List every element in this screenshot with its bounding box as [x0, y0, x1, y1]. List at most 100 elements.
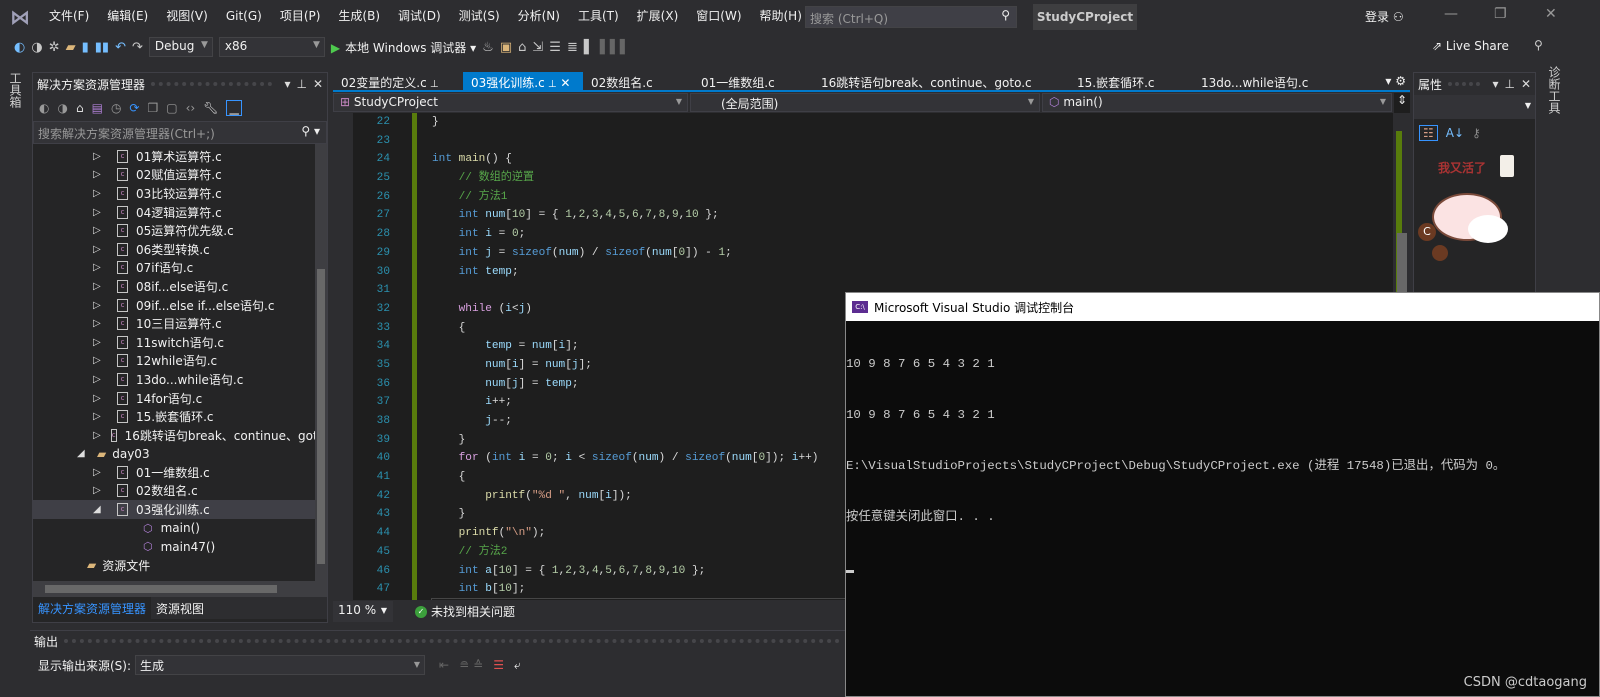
collapsed-arrow-icon[interactable]: ▷	[93, 300, 107, 311]
editor-tab[interactable]: 03强化训练.c ⊥ ✕	[463, 72, 583, 92]
console-title-bar[interactable]: C:\ Microsoft Visual Studio 调试控制台	[846, 293, 1599, 321]
property-pages-icon[interactable]: ⚷	[1472, 126, 1481, 140]
properties-icon[interactable]: 🔧︎	[203, 101, 218, 115]
save-icon[interactable]: ▮	[82, 40, 89, 55]
collapsed-arrow-icon[interactable]: ▷	[93, 262, 107, 273]
preview-icon[interactable]: ▁	[226, 100, 242, 116]
tree-folder[interactable]: ◢ ▰ day03	[33, 445, 327, 464]
menu-item[interactable]: 分析(N)	[509, 0, 569, 33]
menu-item[interactable]: 项目(P)	[271, 0, 330, 33]
diagnostics-strip[interactable]: 诊断工具	[1540, 66, 1600, 114]
collapsed-arrow-icon[interactable]: ▷	[93, 318, 107, 329]
editor-tab[interactable]: 02数组名.c	[583, 72, 693, 92]
search-input[interactable]: 搜索 (Ctrl+Q) ⚲	[805, 6, 1017, 28]
forward-icon[interactable]: ◑	[31, 40, 42, 55]
zoom-dropdown[interactable]: 110 % ▼	[333, 601, 393, 622]
find-in-files-icon[interactable]: ▣	[500, 40, 512, 55]
close-icon[interactable]: ✕	[313, 77, 323, 91]
sort-alpha-icon[interactable]: A↓	[1446, 126, 1464, 140]
clear-all-icon[interactable]: ☰	[493, 658, 504, 672]
new-project-icon[interactable]: ✲	[49, 40, 60, 55]
collapsed-arrow-icon[interactable]: ▷	[93, 355, 107, 366]
toolbox-label[interactable]: 工具箱	[7, 72, 24, 108]
tab-resource-view[interactable]: 资源视图	[151, 597, 209, 619]
close-window-button[interactable]: ✕	[1545, 6, 1557, 22]
tab-solution-explorer[interactable]: 解决方案资源管理器	[33, 597, 152, 619]
code-line[interactable]: 30 int temp;	[353, 262, 1393, 282]
debug-console-window[interactable]: C:\ Microsoft Visual Studio 调试控制台 10 9 8 …	[845, 292, 1600, 697]
collapsed-arrow-icon[interactable]: ▷	[93, 337, 107, 348]
step-icon[interactable]: ⇲	[532, 40, 543, 55]
solution-search-input[interactable]: 搜索解决方案资源管理器(Ctrl+;) ⚲ ▾	[33, 121, 327, 144]
start-debugging-button[interactable]: ▶ 本地 Windows 调试器 ▾	[331, 39, 476, 56]
collapsed-arrow-icon[interactable]: ▷	[93, 485, 107, 496]
tree-item[interactable]: ▷ c 11switch语句.c	[33, 333, 327, 352]
next-message-icon[interactable]: ≙	[473, 658, 483, 672]
collapsed-arrow-icon[interactable]: ▷	[93, 393, 107, 404]
pin-icon[interactable]: ⊥	[545, 79, 557, 90]
comment-icon[interactable]: ≣	[567, 40, 578, 55]
tree-item[interactable]: ▷ c 09if...else if...else语句.c	[33, 296, 327, 315]
minimize-button[interactable]: —	[1444, 6, 1458, 22]
close-icon[interactable]: ✕	[1521, 77, 1531, 91]
sync-icon[interactable]: ⟳	[129, 101, 139, 115]
scroll-thumb[interactable]	[317, 269, 325, 564]
switch-views-icon[interactable]: ▤	[92, 101, 103, 115]
menu-item[interactable]: 编辑(E)	[98, 0, 157, 33]
open-folder-icon[interactable]: ▰	[66, 40, 76, 55]
scroll-thumb[interactable]	[1397, 233, 1407, 293]
categorized-icon[interactable]: ☷	[1419, 125, 1438, 141]
diagnostics-label[interactable]: 诊断工具	[1546, 66, 1563, 114]
tree-item[interactable]: ▷ c 12while语句.c	[33, 352, 327, 371]
show-all-icon[interactable]: ▢	[166, 101, 177, 115]
pin-icon[interactable]: ⊥	[427, 79, 439, 90]
tree-item[interactable]: ▷ c 13do...while语句.c	[33, 370, 327, 389]
bookmark-icon[interactable]: ▌	[584, 40, 594, 55]
live-share-button[interactable]: ⇗ Live Share	[1432, 39, 1509, 53]
view-code-icon[interactable]: ‹›	[186, 101, 196, 115]
platform-dropdown[interactable]: x86 ▼	[218, 37, 325, 57]
tree-item[interactable]: ▷ c 02赋值运算符.c	[33, 166, 327, 185]
previous-message-icon[interactable]: ≘	[459, 658, 469, 672]
collapsed-arrow-icon[interactable]: ▷	[93, 411, 107, 422]
collapsed-arrow-icon[interactable]: ▷	[93, 281, 107, 292]
menu-item[interactable]: 视图(V)	[157, 0, 217, 33]
menu-item[interactable]: 生成(B)	[329, 0, 389, 33]
member-dropdown[interactable]: ⬡ main() ▼	[1042, 93, 1392, 112]
collapse-icon[interactable]: ❐	[147, 101, 158, 115]
collapsed-arrow-icon[interactable]: ▷	[93, 151, 107, 162]
pending-changes-icon[interactable]: ◷	[111, 101, 121, 115]
dropdown-icon[interactable]: ▾	[284, 77, 290, 91]
code-line[interactable]: 26 // 方法1	[353, 187, 1393, 207]
collapsed-arrow-icon[interactable]: ▷	[93, 207, 107, 218]
tree-item[interactable]: ⬡ main()	[33, 519, 327, 538]
collapsed-arrow-icon[interactable]: ▷	[93, 467, 107, 478]
collapsed-arrow-icon[interactable]: ▷	[93, 374, 107, 385]
menu-item[interactable]: 测试(S)	[450, 0, 509, 33]
horizontal-scrollbar[interactable]	[33, 581, 327, 597]
tree-item[interactable]: ▷ c 06类型转换.c	[33, 240, 327, 259]
scroll-thumb[interactable]	[45, 585, 277, 593]
code-line[interactable]: 27 int num[10] = { 1,2,3,4,5,6,7,8,9,10 …	[353, 206, 1393, 226]
editor-tab[interactable]: 16跳转语句break、continue、goto.c	[813, 72, 1069, 92]
tree-item[interactable]: ▷ c 10三目运算符.c	[33, 314, 327, 333]
expanded-arrow-icon[interactable]: ◢	[93, 504, 107, 515]
menu-item[interactable]: 工具(T)	[569, 0, 628, 33]
split-icon[interactable]: ⇕	[1394, 93, 1410, 113]
config-dropdown[interactable]: Debug ▼	[148, 37, 213, 57]
tree-item[interactable]: ▷ c 07if语句.c	[33, 259, 327, 278]
collapsed-arrow-icon[interactable]: ▷	[93, 169, 107, 180]
back-icon[interactable]: ◐	[39, 101, 49, 115]
editor-tab[interactable]: 02变量的定义.c ⊥	[333, 72, 463, 92]
save-all-icon[interactable]: ▮▮	[95, 40, 109, 55]
object-dropdown[interactable]: ▼	[1414, 95, 1535, 119]
home-icon[interactable]: ⌂	[76, 101, 84, 115]
close-tab-icon[interactable]: ✕	[557, 76, 570, 90]
login-button[interactable]: 登录 ⚇	[1365, 8, 1404, 25]
expanded-arrow-icon[interactable]: ◢	[77, 448, 91, 459]
menu-item[interactable]: 调试(D)	[389, 0, 450, 33]
back-icon[interactable]: ◐	[14, 40, 25, 55]
tree-item[interactable]: ◢ c 03强化训练.c	[33, 500, 327, 519]
issues-indicator[interactable]: ✓ 未找到相关问题	[415, 603, 515, 620]
tree-item[interactable]: ▷ c 16跳转语句break、continue、goto.c	[33, 426, 327, 445]
